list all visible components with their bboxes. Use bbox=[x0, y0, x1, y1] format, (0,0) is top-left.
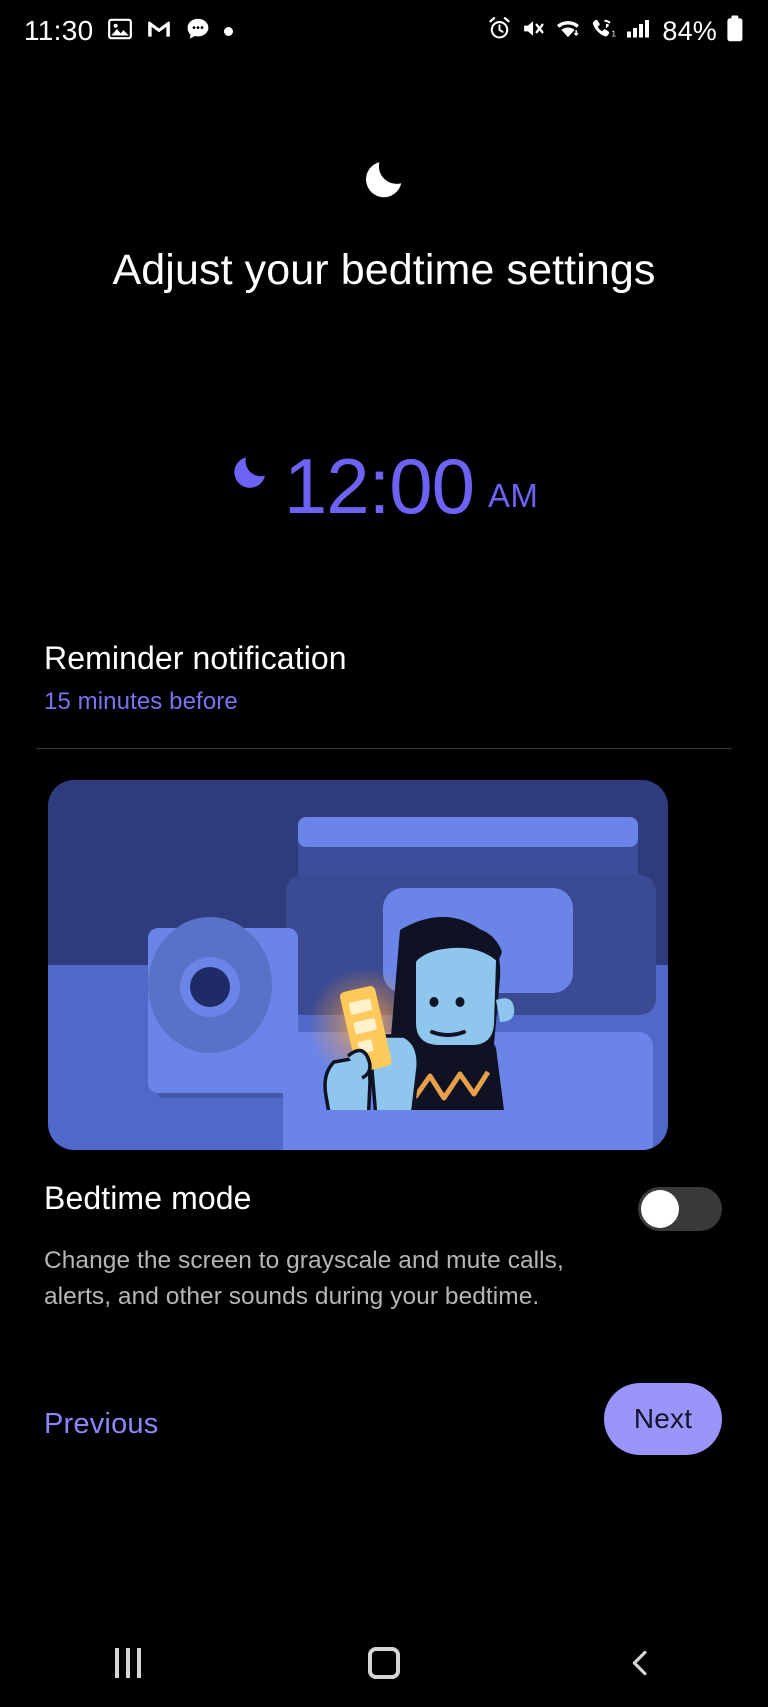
notification-dot-icon bbox=[223, 26, 233, 36]
header-moon bbox=[0, 156, 768, 207]
bedtime-mode-title: Bedtime mode bbox=[44, 1180, 252, 1216]
bedtime-mode-description: Change the screen to grayscale and mute … bbox=[44, 1247, 564, 1311]
toggle-thumb bbox=[641, 1190, 679, 1228]
bedtime-time-value: 12:00 bbox=[283, 442, 475, 530]
android-navigation-bar bbox=[0, 1619, 768, 1707]
bedtime-time-period: AM bbox=[488, 477, 539, 514]
bedtime-time-display[interactable]: 12:00 AM bbox=[0, 447, 768, 525]
messages-icon bbox=[185, 16, 211, 47]
section-divider bbox=[36, 748, 732, 749]
back-icon[interactable] bbox=[580, 1619, 700, 1707]
wifi-calling-icon: 1 bbox=[590, 16, 617, 46]
status-bar-left: 11:30 bbox=[24, 15, 233, 47]
bedtime-mode-toggle[interactable] bbox=[638, 1187, 722, 1231]
status-bar: 11:30 1 84% bbox=[0, 0, 768, 62]
photos-icon bbox=[107, 16, 133, 47]
signal-bars-icon bbox=[625, 16, 651, 46]
mute-icon bbox=[521, 16, 546, 46]
person-in-bed-using-phone-illustration bbox=[48, 780, 668, 1150]
reminder-notification-row[interactable]: Reminder notification 15 minutes before bbox=[44, 640, 724, 716]
recents-icon[interactable] bbox=[68, 1619, 188, 1707]
next-button[interactable]: Next bbox=[604, 1383, 722, 1455]
status-bar-clock: 11:30 bbox=[24, 15, 94, 46]
wifi-icon bbox=[555, 16, 581, 46]
reminder-notification-title: Reminder notification bbox=[44, 640, 347, 676]
battery-icon bbox=[726, 15, 744, 47]
bedtime-mode-section: Bedtime mode Change the screen to graysc… bbox=[44, 1180, 724, 1316]
bedtime-mode-header: Bedtime mode bbox=[44, 1180, 724, 1231]
page-title: Adjust your bedtime settings bbox=[112, 246, 656, 294]
alarm-icon bbox=[487, 16, 512, 46]
reminder-notification-value: 15 minutes before bbox=[44, 688, 238, 715]
status-bar-right: 1 84% bbox=[487, 15, 744, 47]
crescent-moon-icon bbox=[361, 162, 407, 206]
svg-text:1: 1 bbox=[612, 30, 617, 39]
gmail-icon bbox=[146, 16, 172, 47]
previous-button[interactable]: Previous bbox=[44, 1408, 158, 1441]
home-icon[interactable] bbox=[324, 1619, 444, 1707]
crescent-moon-icon bbox=[230, 452, 270, 497]
wizard-footer: Previous Next bbox=[0, 1378, 768, 1488]
battery-percent-label: 84% bbox=[662, 15, 717, 46]
